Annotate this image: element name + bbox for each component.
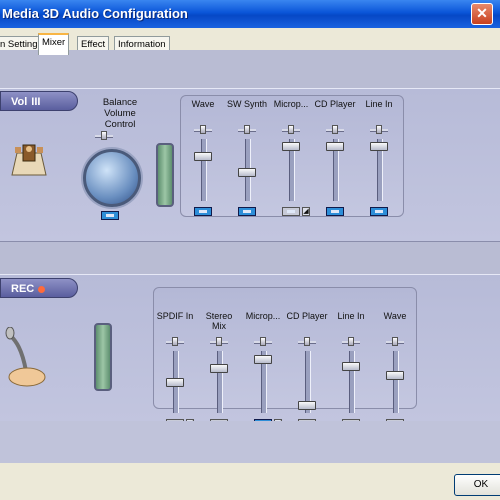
recording-channel-name: Stereo Mix [205,311,233,331]
recording-volume-track [393,351,399,413]
window-client-area: n Setting Mixer Effect Information Vol II… [0,28,500,500]
playback-mute-button[interactable] [194,207,212,216]
tab-mixer[interactable]: Mixer [38,33,70,55]
recording-volume-thumb[interactable] [342,361,360,371]
recording-section-label: REC [0,278,78,298]
recording-volume-thumb[interactable] [254,355,272,365]
recording-volume-thumb[interactable] [210,364,228,374]
playback-channel: Line In [358,99,400,229]
playback-volume-track [201,139,207,201]
playback-channel: Wave [182,99,224,229]
playback-mute-button[interactable] [370,207,388,216]
playback-balance-slider[interactable] [238,125,256,134]
recording-panel: REC SPDIF In◢Stereo MixMicrop...◢CD Play… [0,274,500,428]
playback-channel: SW Synth [226,99,268,229]
playback-channel: Microp... ◢ [270,99,312,229]
playback-balance-slider[interactable] [326,125,344,134]
playback-volume-thumb[interactable] [238,168,256,178]
recording-level-meter [94,323,112,391]
playback-balance-slider[interactable] [282,125,300,134]
rec-label: REC [11,283,35,295]
close-button[interactable]: ✕ [471,3,493,25]
playback-channel-name: Line In [365,99,393,109]
recording-balance-slider[interactable] [166,337,184,346]
playback-mute-button[interactable] [326,207,344,216]
recording-volume-thumb[interactable] [298,401,316,411]
recording-volume-track [217,351,223,413]
ok-button[interactable]: OK [454,474,500,496]
recording-balance-slider[interactable] [342,337,360,346]
playback-boost-icon[interactable]: ◢ [302,207,310,216]
title-bar: Media 3D Audio Configuration ✕ [0,0,500,28]
playback-section-label: Vol III [0,91,78,111]
balance-title: Balance Volume Control [102,97,138,130]
playback-volume-thumb[interactable] [282,141,300,151]
recording-balance-slider[interactable] [298,337,316,346]
recording-channel-name: CD Player [286,311,328,321]
playback-mute-button[interactable] [282,207,300,216]
playback-channel-name: SW Synth [226,99,267,109]
playback-panel: Vol III Balance Volume Control Wave SW S… [0,88,500,242]
recording-channel-name: Line In [337,311,365,321]
record-indicator-icon [38,285,46,293]
playback-volume-thumb[interactable] [194,152,212,162]
playback-volume-thumb[interactable] [326,141,344,151]
recording-volume-track [349,351,355,413]
playback-channel-name: Wave [191,99,215,109]
master-mute-button[interactable] [101,211,119,220]
playback-balance-slider[interactable] [194,125,212,134]
recording-channel-name: Microp... [245,311,281,321]
playback-channel-name: CD Player [314,99,356,109]
master-volume-knob[interactable] [83,149,141,207]
microphone-image [4,326,50,389]
playback-channel: CD Player [314,99,356,229]
recording-volume-thumb[interactable] [386,371,404,381]
speaker-image [6,139,52,177]
master-balance-slider[interactable] [95,131,113,140]
recording-balance-slider[interactable] [210,337,228,346]
recording-balance-slider[interactable] [386,337,404,346]
playback-channel-name: Microp... [273,99,309,109]
recording-channel-name: Wave [383,311,407,321]
playback-level-meter [156,143,174,207]
recording-balance-slider[interactable] [254,337,272,346]
playback-mute-button[interactable] [238,207,256,216]
mixer-page: Vol III Balance Volume Control Wave SW S… [0,50,500,463]
playback-balance-slider[interactable] [370,125,388,134]
recording-volume-thumb[interactable] [166,377,184,387]
recording-channel-name: SPDIF In [156,311,194,321]
vol-label: Vol [11,96,28,108]
bottom-area [0,421,500,463]
playback-volume-thumb[interactable] [370,141,388,151]
window-title: Media 3D Audio Configuration [2,6,188,21]
